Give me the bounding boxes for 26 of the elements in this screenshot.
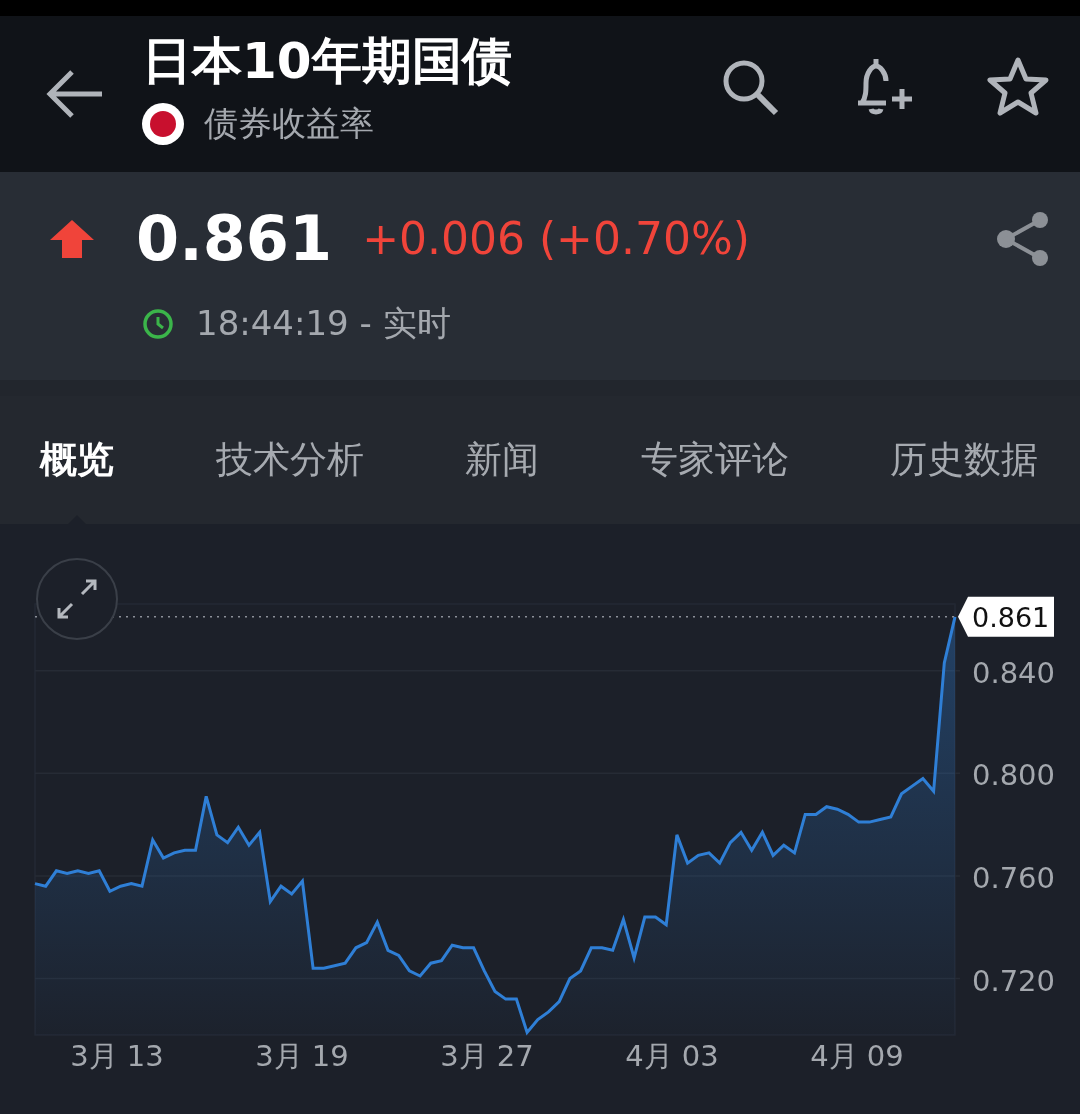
tab[interactable]: 历史数据 (890, 396, 1038, 524)
flag-icon (142, 102, 184, 145)
axis-label: 0.800 (972, 758, 1056, 793)
axis-label: 0.720 (972, 963, 1056, 998)
tab[interactable]: 概览 (40, 396, 114, 524)
share-icon[interactable] (996, 210, 1050, 267)
ref-line-label: 0.861 (972, 601, 1050, 633)
tab[interactable]: 专家评论 (640, 396, 789, 524)
expand-button[interactable] (36, 558, 118, 640)
star-icon[interactable] (986, 55, 1050, 119)
axis-label: 0.760 (972, 860, 1056, 895)
price-tag: 0.861 (958, 596, 1054, 637)
page-title: 日本10年期国债 (142, 30, 513, 92)
tab[interactable]: 新闻 (465, 396, 539, 524)
axis-label: 3月 19 (255, 1039, 349, 1073)
tab[interactable]: 技术分析 (215, 396, 364, 524)
axis-label: 3月 27 (440, 1039, 534, 1073)
axis-label: 4月 03 (625, 1039, 719, 1073)
axis-label: 0.840 (972, 655, 1056, 690)
axis-label: 4月 09 (810, 1039, 904, 1073)
axis-label: 3月 13 (70, 1039, 164, 1073)
clock-icon (142, 308, 174, 340)
price: 0.861 (136, 202, 333, 275)
price-change: +0.006 (+0.70%) (362, 213, 751, 264)
subtitle: 债券收益率 (204, 101, 374, 145)
timestamp: 18:44:19 - 实时 (196, 302, 451, 345)
